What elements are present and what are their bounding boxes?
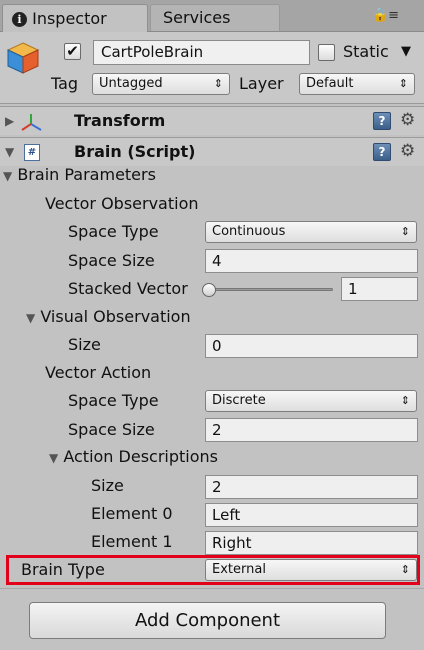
brain-parameters-foldout[interactable]: ▼ Brain Parameters (3, 164, 156, 187)
vector-observation-heading: Vector Observation (45, 194, 199, 213)
checkmark-icon: ✔ (66, 42, 79, 60)
lock-menu-icon[interactable]: 🔒≡ (372, 8, 399, 23)
gameobject-name-field[interactable]: CartPoleBrain (93, 40, 310, 65)
visual-observation-foldout[interactable]: ▼ Visual Observation (26, 306, 191, 329)
transform-title: Transform (74, 111, 166, 130)
action-descriptions-label: Action Descriptions (63, 447, 218, 466)
transform-component-header[interactable]: ▶ Transform ? ⚙ (0, 106, 424, 135)
script-icon: # (24, 144, 40, 161)
vo-space-type-value: Continuous (212, 224, 286, 239)
stacked-vectors-label: Stacked Vector (68, 279, 188, 298)
slider-thumb[interactable] (202, 283, 216, 297)
gameobject-cube-icon (6, 42, 40, 74)
brain-title: Brain (Script) (74, 142, 196, 161)
help-icon[interactable]: ? (373, 112, 391, 130)
tab-inspector[interactable]: i Inspector (2, 4, 148, 32)
tab-inspector-label: Inspector (32, 9, 107, 28)
ad-size-field[interactable]: 2 (205, 475, 418, 499)
element-1-label: Element 1 (91, 532, 173, 551)
static-checkbox[interactable] (318, 44, 335, 61)
vector-action-heading: Vector Action (45, 363, 152, 382)
info-icon: i (12, 12, 27, 27)
vo-space-size-field[interactable]: 4 (205, 249, 418, 273)
va-space-size-label: Space Size (68, 420, 155, 439)
visual-size-field[interactable]: 0 (205, 334, 418, 358)
stacked-vectors-slider[interactable] (207, 288, 333, 291)
collapsed-arrow-icon[interactable]: ▶ (5, 107, 14, 135)
tag-value: Untagged (99, 76, 163, 91)
ad-size-label: Size (91, 476, 124, 495)
stacked-vectors-field[interactable]: 1 (341, 277, 418, 301)
dropdown-arrow-icon: ⇕ (213, 77, 223, 90)
va-space-type-dropdown[interactable]: Discrete ⇕ (205, 390, 417, 412)
tag-dropdown[interactable]: Untagged ⇕ (92, 73, 230, 95)
static-label: Static (343, 42, 389, 61)
help-icon[interactable]: ? (373, 143, 391, 161)
tag-label: Tag (51, 74, 79, 93)
static-dropdown-arrow-icon[interactable]: ▼ (401, 41, 411, 63)
vo-space-size-label: Space Size (68, 251, 155, 270)
layer-dropdown[interactable]: Default ⇕ (299, 73, 415, 95)
dropdown-arrow-icon: ⇕ (398, 77, 408, 90)
vo-space-type-label: Space Type (68, 222, 159, 241)
brain-type-highlight-box (6, 555, 420, 585)
divider (0, 588, 424, 589)
va-space-type-label: Space Type (68, 391, 159, 410)
dropdown-arrow-icon: ⇕ (400, 225, 410, 238)
active-checkbox[interactable]: ✔ (64, 43, 81, 60)
expanded-arrow-icon: ▼ (26, 311, 36, 325)
vo-space-type-dropdown[interactable]: Continuous ⇕ (205, 221, 417, 243)
va-space-type-value: Discrete (212, 393, 266, 408)
expanded-arrow-icon: ▼ (3, 169, 13, 183)
visual-size-label: Size (68, 335, 101, 354)
tab-services[interactable]: Services (150, 4, 280, 31)
layer-value: Default (306, 76, 354, 91)
brain-component-header[interactable]: ▼ # Brain (Script) ? ⚙ (0, 137, 424, 166)
va-space-size-field[interactable]: 2 (205, 418, 418, 442)
tab-services-label: Services (163, 8, 231, 27)
element-0-field[interactable]: Left (205, 503, 418, 527)
gear-icon[interactable]: ⚙ (400, 111, 415, 129)
dropdown-arrow-icon: ⇕ (400, 394, 410, 407)
gear-icon[interactable]: ⚙ (400, 142, 415, 160)
action-descriptions-foldout[interactable]: ▼ Action Descriptions (49, 446, 218, 469)
element-0-label: Element 0 (91, 504, 173, 523)
visual-observation-label: Visual Observation (40, 307, 191, 326)
brain-parameters-label: Brain Parameters (17, 165, 156, 184)
expanded-arrow-icon: ▼ (49, 451, 59, 465)
layer-label: Layer (239, 74, 284, 93)
transform-axes-icon (21, 114, 42, 131)
expanded-arrow-icon[interactable]: ▼ (5, 138, 14, 166)
add-component-button[interactable]: Add Component (29, 602, 386, 639)
element-1-field[interactable]: Right (205, 531, 418, 555)
